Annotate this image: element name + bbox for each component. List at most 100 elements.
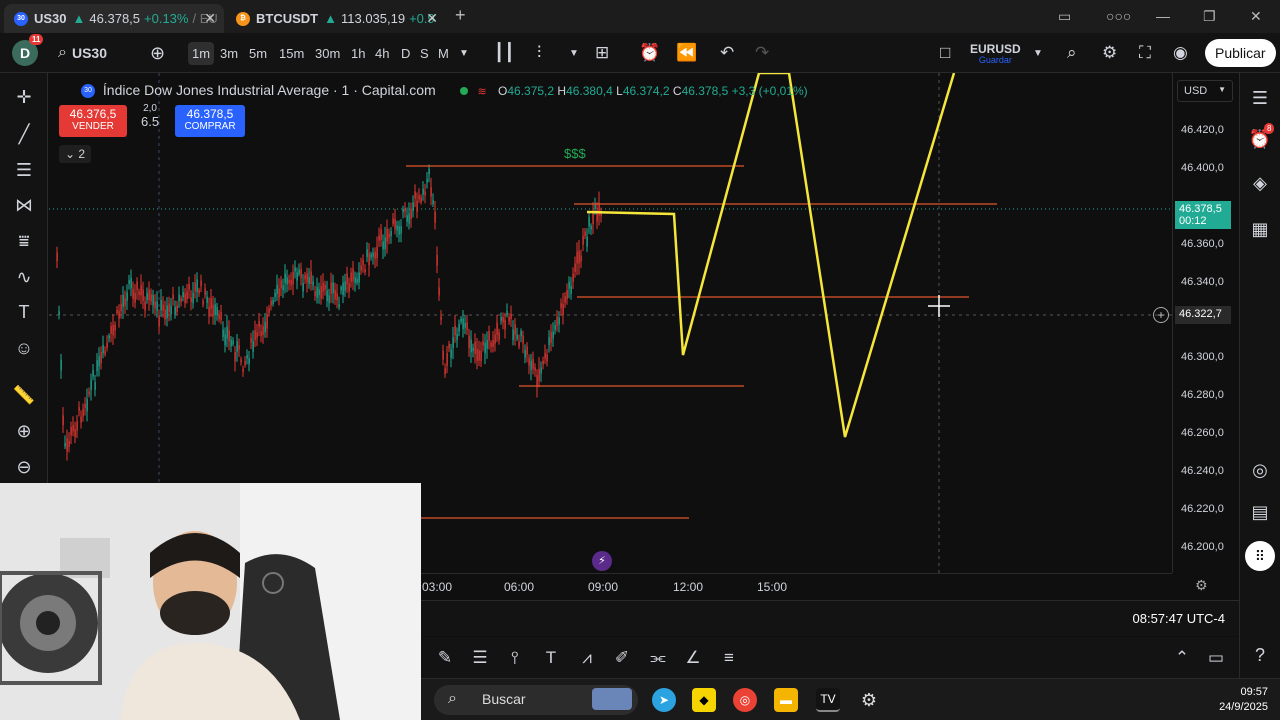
candle-body — [108, 335, 110, 339]
binance-icon[interactable]: ◆ — [692, 688, 716, 712]
add-alert-icon[interactable]: + — [1153, 307, 1169, 323]
user-menu[interactable]: D 11 — [12, 33, 44, 73]
interval-5m[interactable]: 5m — [249, 33, 267, 73]
candle-body — [272, 300, 274, 305]
system-clock[interactable]: 09:57 24/9/2025 — [1219, 685, 1268, 715]
interval-15m[interactable]: 15m — [279, 33, 304, 73]
sliders-icon[interactable]: ≡ — [716, 645, 742, 671]
interval-1h[interactable]: 1h — [351, 33, 365, 73]
candle-body — [396, 225, 398, 231]
zoom-out-icon[interactable]: ⊖ — [10, 453, 38, 481]
brush-icon[interactable]: ✐ — [609, 645, 635, 671]
interval-3m[interactable]: 3m — [220, 33, 238, 73]
symbol-search[interactable]: ⌕ US30 — [58, 33, 107, 73]
sell-button[interactable]: 46.376,5 VENDER — [59, 105, 127, 137]
interval-s[interactable]: S — [420, 33, 429, 73]
measure-icon[interactable]: ⫘ — [645, 645, 671, 671]
brush-icon[interactable]: ∿ — [10, 263, 38, 291]
tradingview-icon[interactable]: TV — [816, 688, 840, 712]
layers-icon[interactable]: ◈ — [1246, 169, 1274, 197]
folder-icon[interactable]: ▬ — [774, 688, 798, 712]
interval-m[interactable]: M — [438, 33, 449, 73]
indicators-collapse[interactable]: ⌄ 2 — [59, 145, 92, 163]
restore-icon[interactable]: ❐ — [1203, 8, 1216, 25]
telegram-icon[interactable]: ➤ — [652, 688, 676, 712]
taskbar-search[interactable]: ⌕ Buscar — [434, 685, 638, 715]
tab-btcusdt[interactable]: ₿ BTCUSDT ▲ 113.035,19 +0.9 ✕ — [226, 4, 446, 33]
candle-body — [510, 313, 512, 319]
close-tab-icon[interactable]: ✕ — [426, 10, 438, 27]
avatar[interactable]: D 11 — [12, 34, 44, 66]
alert-icon[interactable]: ⏰ — [639, 33, 660, 73]
help-icon[interactable]: ? — [1246, 641, 1274, 669]
currency-select[interactable]: USD ▼ — [1177, 80, 1233, 102]
chevron-down-icon[interactable]: ▼ — [459, 33, 469, 73]
watchlist-icon[interactable]: ☰ — [1246, 84, 1274, 112]
layout-square-icon[interactable]: □ — [940, 33, 950, 73]
candle-body — [394, 219, 396, 230]
calculator-icon[interactable]: ▦ — [1246, 215, 1274, 243]
close-tab-icon[interactable]: ✕ — [204, 10, 216, 27]
undo-icon[interactable]: ↶ — [720, 33, 734, 73]
pencil-icon[interactable]: ✎ — [432, 645, 458, 671]
projection-icon[interactable]: ⩸ — [10, 227, 38, 255]
tab-us30[interactable]: 30 US30 ▲ 46.378,5 +0.13% / EU ✕ — [4, 4, 224, 33]
candle-body — [432, 200, 434, 205]
fib-icon[interactable]: ☰ — [10, 156, 38, 184]
text-icon[interactable]: T — [538, 645, 564, 671]
axis-settings-icon[interactable]: ⚙ — [1195, 577, 1208, 594]
fullscreen-icon[interactable]: ⛶ — [1139, 33, 1151, 73]
quick-search-icon[interactable]: ⌕ — [1067, 33, 1077, 73]
alerts-icon[interactable]: ⏰ 8 — [1246, 123, 1275, 153]
chevron-down-icon[interactable]: ▼ — [569, 33, 579, 73]
price-axis[interactable]: USD ▼ 46.420,0 46.400,0 46.360,0 46.340,… — [1172, 73, 1239, 573]
compare-symbol[interactable]: EURUSD Guardar — [970, 33, 1021, 73]
zoom-in-icon[interactable]: ⊕ — [10, 417, 38, 445]
more-icon[interactable]: ○○○ — [1106, 8, 1131, 24]
path-icon[interactable]: ⩘ — [574, 645, 600, 671]
layout-grid-icon[interactable]: ⊞ — [595, 33, 609, 73]
buy-button[interactable]: 46.378,5 COMPRAR — [175, 105, 245, 137]
pattern-icon[interactable]: ⋈ — [10, 191, 38, 219]
apps-grid-icon[interactable]: ⠿ — [1245, 541, 1275, 571]
interval-1m[interactable]: 1m — [188, 33, 215, 73]
new-tab-icon[interactable]: + — [455, 5, 466, 26]
maximize-panel-icon[interactable]: ▭ — [1203, 645, 1229, 671]
chrome-icon[interactable]: ◎ — [733, 688, 757, 712]
camera-icon[interactable]: ◉ — [1173, 33, 1188, 73]
trend-line-icon[interactable]: ╱ — [10, 120, 38, 148]
candle-body — [460, 318, 462, 323]
event-bolt-icon[interactable]: ⚡ — [592, 551, 612, 571]
add-symbol-icon[interactable]: ⊕ — [150, 33, 165, 73]
candle-body — [160, 300, 162, 311]
chevron-down-icon[interactable]: ▼ — [1033, 33, 1043, 73]
chevron-up-icon[interactable]: ⌃ — [1169, 645, 1195, 671]
settings-app-icon[interactable]: ⚙ — [857, 688, 881, 712]
utc-clock[interactable]: 08:57:47 UTC-4 — [1133, 611, 1226, 626]
settings-gear-icon[interactable]: ⚙ — [1102, 33, 1117, 73]
publish-button[interactable]: Publicar — [1205, 33, 1276, 73]
candle-body — [64, 442, 66, 447]
interval-30m[interactable]: 30m — [315, 33, 340, 73]
angle-icon[interactable]: ∠ — [680, 645, 706, 671]
crosshair-icon[interactable]: ✛ — [10, 83, 38, 111]
candle-body — [86, 399, 88, 412]
time-axis[interactable]: 03:00 06:00 09:00 12:00 15:00 — [420, 573, 1172, 599]
ruler-icon[interactable]: 📏 — [10, 381, 38, 409]
lines-icon[interactable]: ☰ — [467, 645, 493, 671]
window-close-icon[interactable]: ✕ — [1250, 8, 1262, 25]
calendar-icon[interactable]: ▤ — [1246, 498, 1274, 526]
emoji-icon[interactable]: ☺ — [10, 334, 38, 362]
candles-icon[interactable]: ┃┃ — [494, 33, 514, 73]
indicators-icon[interactable]: ⫶ — [537, 33, 541, 73]
monitor-icon[interactable]: ▭ — [1058, 8, 1071, 25]
dollar-annotation[interactable]: $$$ — [564, 146, 586, 161]
target-icon[interactable]: ◎ — [1246, 456, 1274, 484]
text-icon[interactable]: T — [10, 298, 38, 326]
fork-icon[interactable]: ⫯ — [502, 645, 528, 671]
interval-4h[interactable]: 4h — [375, 33, 389, 73]
redo-icon[interactable]: ↷ — [755, 33, 769, 73]
interval-d[interactable]: D — [401, 33, 410, 73]
minimize-icon[interactable]: — — [1156, 8, 1170, 24]
replay-icon[interactable]: ⏪ — [676, 33, 697, 73]
